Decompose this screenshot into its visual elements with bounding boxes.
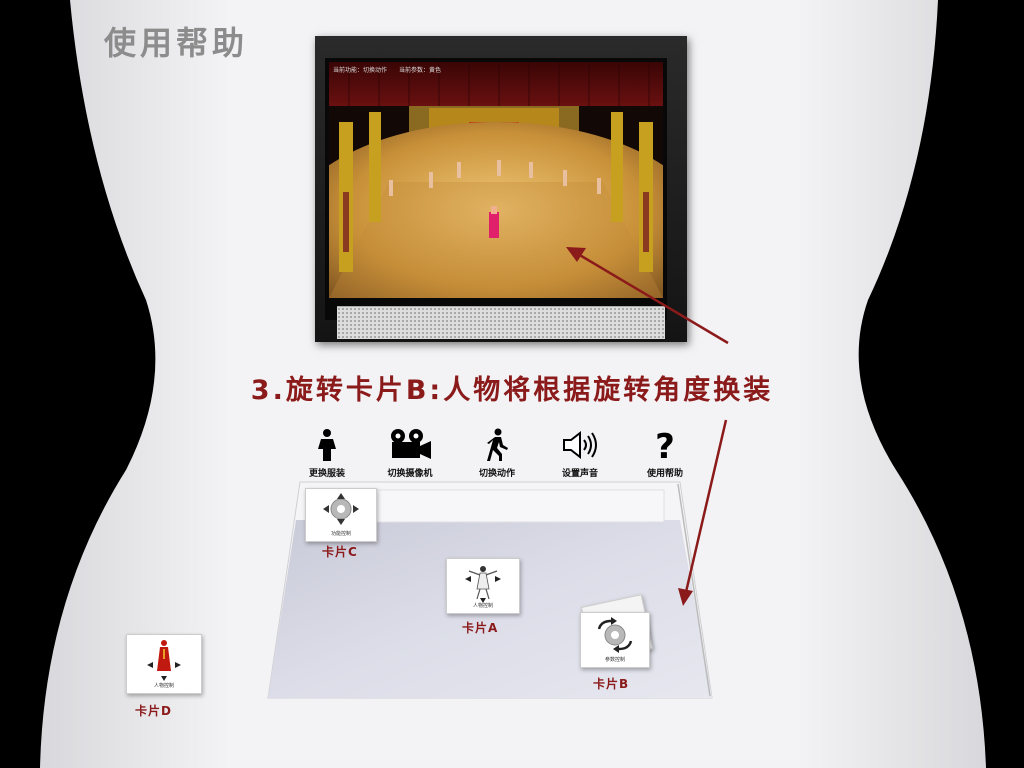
card-c[interactable]: 功能控制 — [305, 488, 377, 542]
toolbar-label: 使用帮助 — [646, 469, 683, 479]
current-function-text: 当前功能：切换动作 — [333, 67, 388, 74]
card-caption: 功能控制 — [330, 531, 351, 537]
current-param-text: 当前参数：黄色 — [398, 67, 441, 74]
monitor: 当前功能：切换动作 当前参数：黄色 — [315, 36, 687, 342]
stage-scene-image — [329, 62, 663, 298]
card-c-label: 卡片C — [322, 545, 358, 559]
toolbar-help[interactable]: ? 使用帮助 — [625, 428, 705, 479]
toolbar-label: 切换动作 — [478, 469, 515, 479]
page-title: 使用帮助 — [104, 24, 249, 62]
card-d-label: 卡片D — [135, 704, 172, 718]
speaker-icon — [563, 430, 597, 460]
card-caption: 人物控制 — [472, 603, 493, 609]
camera-icon — [391, 429, 431, 459]
toolbar-switch-action[interactable]: 切换动作 — [457, 428, 537, 479]
toolbar-label: 更换服装 — [308, 469, 345, 479]
screen-status: 当前功能：切换动作 当前参数：黄色 — [333, 65, 451, 74]
help-scene: 使用帮助 当前功能：切换动作 当前参数：黄色 3.旋转卡片B:人物将根据旋转角度… — [0, 0, 1024, 768]
card-d[interactable]: 人物控制 — [126, 634, 202, 694]
toolbar-label: 设置声音 — [561, 469, 598, 479]
card-caption: 人物控制 — [153, 683, 174, 689]
person-icon — [318, 429, 336, 461]
instruction-caption: 3.旋转卡片B:人物将根据旋转角度换装 — [250, 375, 774, 406]
svg-text:?: ? — [655, 428, 675, 462]
card-b[interactable]: 参数控制 — [580, 612, 650, 668]
video-screen: 当前功能：切换动作 当前参数：黄色 — [329, 62, 663, 298]
card-a[interactable]: 人物控制 — [446, 558, 520, 614]
card-caption: 参数控制 — [604, 657, 625, 663]
toolbar-switch-camera[interactable]: 切换摄像机 — [370, 428, 450, 479]
walking-person-icon — [487, 428, 508, 461]
question-icon: ? — [655, 428, 675, 462]
toolbar-set-sound[interactable]: 设置声音 — [540, 428, 620, 479]
card-a-label: 卡片A — [462, 621, 499, 635]
toolbar-label: 切换摄像机 — [387, 469, 433, 479]
card-b-label: 卡片B — [593, 677, 630, 691]
toolbar-change-costume[interactable]: 更换服装 — [287, 428, 367, 479]
speaker-grille — [337, 306, 665, 339]
